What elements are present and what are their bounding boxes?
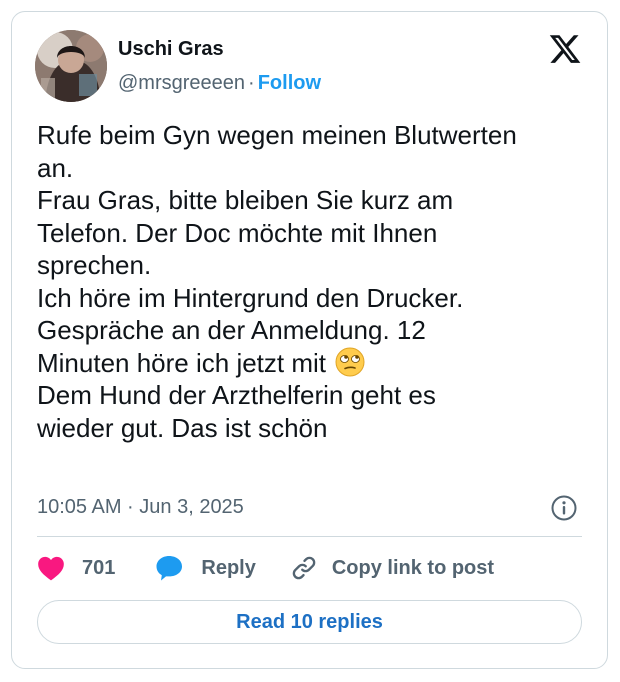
- tweet-line: Dem Hund der Arzthelferin geht es: [37, 380, 436, 410]
- tweet-line: Minuten höre ich jetzt mit: [37, 347, 327, 378]
- author-handle-row: @mrsgreeeen · Follow: [118, 70, 321, 96]
- tweet-line: an.: [37, 152, 74, 183]
- copy-link-label: Copy link to post: [331, 556, 495, 579]
- follow-button[interactable]: Follow: [258, 72, 321, 94]
- tweet-card: Uschi Gras @mrsgreeeen · Follow Rufe beim …: [11, 11, 608, 669]
- divider: [37, 536, 582, 537]
- reply-label: Reply: [201, 556, 256, 579]
- face-with-rolling-eyes-emoji: [335, 347, 365, 377]
- tweet-line: Rufe beim Gyn wegen meinen Blutwerten: [37, 120, 517, 150]
- info-icon[interactable]: [550, 494, 578, 522]
- tweet-text: Rufe beim Gyn wegen meinen Blutwerten an…: [37, 119, 592, 444]
- author-handle[interactable]: @mrsgreeeen: [118, 72, 245, 94]
- reply-button[interactable]: Reply: [155, 554, 256, 582]
- tweet-line: Frau Gras, bitte bleiben Sie kurz am: [37, 185, 454, 215]
- tweet-line: Telefon. Der Doc möchte mit Ihnen: [37, 217, 438, 248]
- tweet-line: Gespräche an der Anmeldung. 12: [37, 315, 426, 345]
- action-bar: 701 Reply Copy link to post: [37, 552, 494, 584]
- tweet-line-with-emoji: Minuten höre ich jetzt mit: [37, 347, 592, 380]
- x-logo-icon[interactable]: [548, 32, 582, 66]
- tweet-line: wieder gut. Das ist schön: [37, 412, 328, 443]
- author-name[interactable]: Uschi Gras: [118, 36, 224, 62]
- separator-dot: ·: [248, 72, 255, 94]
- like-button[interactable]: 701: [37, 555, 115, 581]
- tweet-line: Ich höre im Hintergrund den Drucker.: [37, 282, 464, 313]
- like-count: 701: [82, 556, 116, 579]
- tweet-timestamp[interactable]: 10:05 AM · Jun 3, 2025: [37, 494, 244, 520]
- avatar[interactable]: [35, 30, 107, 102]
- read-replies-button[interactable]: Read 10 replies: [37, 600, 582, 644]
- link-icon: [290, 554, 318, 582]
- copy-link-button[interactable]: Copy link to post: [290, 554, 494, 582]
- tweet-line: sprechen.: [37, 250, 152, 280]
- heart-icon: [37, 555, 65, 581]
- speech-bubble-icon: [155, 554, 185, 582]
